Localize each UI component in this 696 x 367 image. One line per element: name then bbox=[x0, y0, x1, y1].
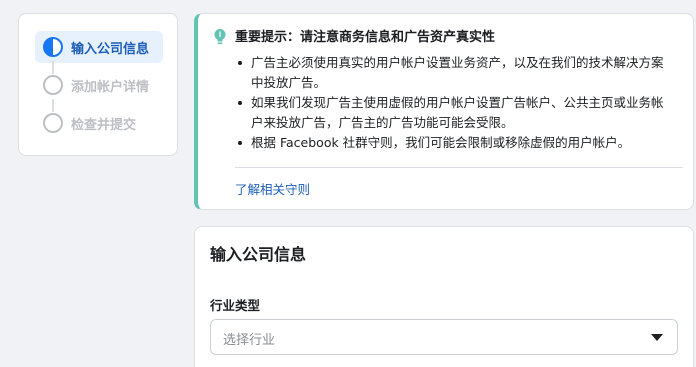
industry-select-placeholder: 选择行业 bbox=[223, 333, 276, 348]
lightbulb-icon bbox=[214, 29, 226, 45]
step-active-icon bbox=[43, 37, 63, 57]
caret-down-icon bbox=[651, 334, 663, 341]
notice-bullet-list: 广告主必须使用真实的用户帐户设置业务资产，以及在我们的技术解决方案中投放广告。 … bbox=[235, 53, 675, 153]
company-info-form: 输入公司信息 行业类型 选择行业 bbox=[194, 226, 694, 367]
form-heading: 输入公司信息 bbox=[210, 245, 307, 264]
step-account-details[interactable]: 添加帐户详情 bbox=[35, 69, 163, 101]
notice-title: 重要提示：请注意商务信息和广告资产真实性 bbox=[235, 30, 496, 45]
step-label: 检查并提交 bbox=[71, 117, 137, 133]
step-label: 添加帐户详情 bbox=[71, 79, 150, 95]
step-review-submit[interactable]: 检查并提交 bbox=[35, 107, 163, 139]
industry-select[interactable]: 选择行业 bbox=[210, 319, 678, 355]
notice-bullet: 根据 Facebook 社群守则，我们可能会限制或移除虚假的用户帐户。 bbox=[235, 133, 675, 153]
industry-field-label: 行业类型 bbox=[210, 298, 261, 313]
step-company-info[interactable]: 输入公司信息 bbox=[35, 31, 163, 63]
notice-bullet: 广告主必须使用真实的用户帐户设置业务资产，以及在我们的技术解决方案中投放广告。 bbox=[235, 53, 675, 93]
notice-bullet: 如果我们发现广告主使用虚假的用户帐户设置广告帐户、公共主页或业务帐户来投放广告，… bbox=[235, 93, 675, 133]
step-pending-icon bbox=[43, 75, 63, 95]
step-pending-icon bbox=[43, 113, 63, 133]
progress-stepper: 输入公司信息 添加帐户详情 检查并提交 bbox=[18, 13, 178, 156]
learn-policy-link[interactable]: 了解相关守则 bbox=[235, 179, 310, 198]
authenticity-notice: 重要提示：请注意商务信息和广告资产真实性 广告主必须使用真实的用户帐户设置业务资… bbox=[194, 13, 694, 210]
step-label: 输入公司信息 bbox=[71, 41, 150, 57]
notice-divider bbox=[235, 167, 683, 168]
